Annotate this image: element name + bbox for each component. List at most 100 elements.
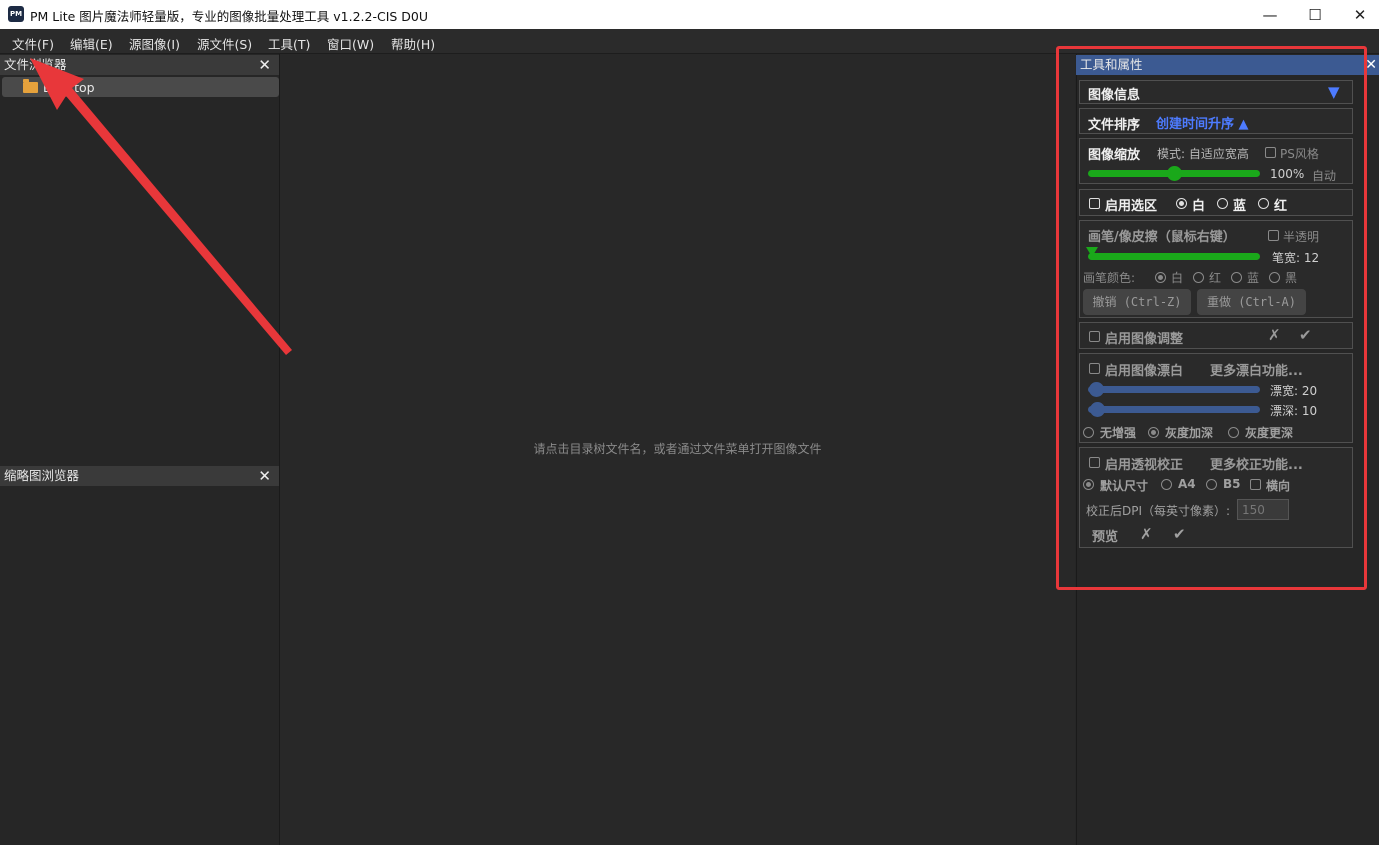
file-tree: Desktop — [0, 76, 279, 464]
image-canvas[interactable]: 请点击目录树文件名，或者通过文件菜单打开图像文件 — [280, 54, 1075, 845]
brush-color-white-radio[interactable] — [1155, 272, 1166, 283]
size-a4-label: A4 — [1178, 477, 1196, 491]
enable-perspective-label: 启用透视校正 — [1105, 458, 1184, 473]
tree-item-desktop[interactable]: Desktop — [2, 77, 279, 97]
thumb-browser-title-bar: 缩略图浏览器 ✕ — [0, 466, 279, 486]
more-perspective-link[interactable]: 更多校正功能... — [1210, 454, 1303, 473]
thumb-browser-title: 缩略图浏览器 — [4, 468, 80, 483]
size-default-radio[interactable] — [1083, 479, 1094, 490]
preview-button[interactable]: 预览 — [1092, 526, 1118, 545]
menu-source-file[interactable]: 源文件(S) — [197, 34, 252, 53]
zoom-slider-handle[interactable] — [1166, 166, 1182, 181]
size-b5-label: B5 — [1223, 477, 1241, 491]
more-whiten-link[interactable]: 更多漂白功能... — [1210, 360, 1303, 379]
size-b5-radio[interactable] — [1206, 479, 1217, 490]
perspective-confirm-icon[interactable]: ✔ — [1173, 525, 1186, 543]
brush-color-blue-radio[interactable] — [1231, 272, 1242, 283]
enable-selection-label: 启用选区 — [1105, 199, 1158, 214]
brush-width-label: 笔宽: 12 — [1272, 251, 1320, 265]
whiten-deeper-radio[interactable] — [1148, 427, 1159, 438]
thumbnail-area — [0, 487, 279, 845]
zoom-auto[interactable]: 自动 — [1312, 167, 1336, 184]
whiten-depth-track[interactable] — [1088, 406, 1260, 413]
brush-color-red-radio[interactable] — [1193, 272, 1204, 283]
expand-icon[interactable]: ▼ — [1328, 83, 1340, 101]
brush-slider-handle[interactable] — [1086, 247, 1098, 257]
file-browser-title: 文件浏览器 — [4, 57, 67, 72]
whiten-width-label: 漂宽: 20 — [1270, 384, 1318, 398]
image-info-section[interactable]: 图像信息 ▼ — [1079, 80, 1353, 104]
whiten-section: 启用图像漂白 更多漂白功能... 漂宽: 20 漂深: 10 无增强 灰度加深 … — [1079, 353, 1353, 443]
selection-white-radio[interactable] — [1176, 198, 1187, 209]
menu-bar: 文件(F) 编辑(E) 源图像(I) 源文件(S) 工具(T) 窗口(W) 帮助… — [0, 29, 1379, 54]
menu-edit[interactable]: 编辑(E) — [70, 34, 113, 53]
brush-label: 画笔/像皮擦（鼠标右键） — [1088, 230, 1236, 245]
undo-button[interactable]: 撤销 (Ctrl-Z) — [1083, 289, 1191, 315]
zoom-label: 图像缩放 — [1088, 148, 1141, 163]
file-browser-title-bar: 文件浏览器 ✕ — [0, 55, 279, 75]
tools-panel-title: 工具和属性 — [1080, 57, 1143, 72]
menu-tools[interactable]: 工具(T) — [268, 34, 310, 53]
enable-selection-checkbox[interactable] — [1089, 198, 1100, 209]
whiten-deepest-label: 灰度更深 — [1245, 426, 1294, 440]
selection-blue-label: 蓝 — [1233, 199, 1247, 214]
selection-blue-radio[interactable] — [1217, 198, 1228, 209]
zoom-mode[interactable]: 模式: 自适应宽高 — [1157, 145, 1249, 162]
selection-red-label: 红 — [1274, 199, 1288, 214]
tree-item-label: Desktop — [43, 80, 95, 95]
ps-style-checkbox[interactable] — [1265, 147, 1276, 158]
file-sort-value[interactable]: 创建时间升序 ▲ — [1156, 113, 1249, 132]
zoom-section: 图像缩放 模式: 自适应宽高 PS风格 100% 自动 — [1079, 138, 1353, 184]
dpi-input[interactable] — [1237, 499, 1289, 520]
landscape-label: 横向 — [1266, 479, 1291, 493]
semi-transparent-checkbox[interactable] — [1268, 230, 1279, 241]
ps-style-label: PS风格 — [1280, 147, 1319, 161]
whiten-deepest-radio[interactable] — [1228, 427, 1239, 438]
thumb-browser-close-icon[interactable]: ✕ — [258, 466, 271, 486]
landscape-checkbox[interactable] — [1250, 479, 1261, 490]
menu-file[interactable]: 文件(F) — [12, 34, 54, 53]
size-default-label: 默认尺寸 — [1100, 479, 1149, 493]
menu-help[interactable]: 帮助(H) — [391, 34, 435, 53]
whiten-none-radio[interactable] — [1083, 427, 1094, 438]
semi-transparent-label: 半透明 — [1283, 230, 1320, 244]
title-bar: PM PM Lite 图片魔法师轻量版，专业的图像批量处理工具 v1.2.2-C… — [0, 0, 1379, 29]
whiten-width-track[interactable] — [1088, 386, 1260, 393]
perspective-cancel-icon[interactable]: ✗ — [1140, 525, 1153, 543]
whiten-depth-handle[interactable] — [1090, 402, 1105, 417]
brush-color-label: 画笔颜色: — [1083, 271, 1136, 285]
brush-color-blue-label: 蓝 — [1247, 271, 1260, 285]
redo-button[interactable]: 重做 (Ctrl-A) — [1197, 289, 1306, 315]
menu-window[interactable]: 窗口(W) — [327, 34, 374, 53]
maximize-button[interactable]: ☐ — [1292, 0, 1338, 29]
whiten-none-label: 无增强 — [1100, 426, 1137, 440]
tools-panel-close-icon[interactable]: ✕ — [1365, 55, 1377, 75]
brush-color-black-radio[interactable] — [1269, 272, 1280, 283]
file-browser-close-icon[interactable]: ✕ — [258, 55, 271, 75]
zoom-percent: 100% — [1270, 167, 1305, 181]
close-button[interactable]: ✕ — [1337, 0, 1379, 29]
enable-whiten-label: 启用图像漂白 — [1105, 364, 1184, 379]
tools-panel-title-bar: 工具和属性 ✕ — [1076, 55, 1379, 75]
brush-section: 画笔/像皮擦（鼠标右键） 半透明 笔宽: 12 画笔颜色: 白 红 蓝 黑 撤销… — [1079, 220, 1353, 318]
adjust-confirm-icon[interactable]: ✔ — [1299, 326, 1312, 344]
selection-red-radio[interactable] — [1258, 198, 1269, 209]
enable-adjust-label: 启用图像调整 — [1105, 332, 1184, 347]
file-sort-label: 文件排序 — [1088, 118, 1141, 133]
brush-slider-track[interactable] — [1088, 253, 1260, 260]
whiten-depth-label: 漂深: 10 — [1270, 404, 1318, 418]
dpi-label: 校正后DPI（每英寸像素）: — [1086, 504, 1231, 518]
whiten-width-handle[interactable] — [1089, 382, 1104, 397]
enable-whiten-checkbox[interactable] — [1089, 363, 1100, 374]
canvas-hint: 请点击目录树文件名，或者通过文件菜单打开图像文件 — [533, 442, 822, 456]
enable-adjust-checkbox[interactable] — [1089, 331, 1100, 342]
size-a4-radio[interactable] — [1161, 479, 1172, 490]
minimize-button[interactable]: — — [1247, 0, 1293, 29]
adjust-cancel-icon[interactable]: ✗ — [1268, 326, 1281, 344]
selection-section: 启用选区 白 蓝 红 — [1079, 189, 1353, 216]
adjust-section: 启用图像调整 ✗ ✔ — [1079, 322, 1353, 349]
image-info-label: 图像信息 — [1088, 88, 1141, 103]
menu-source-image[interactable]: 源图像(I) — [129, 34, 180, 53]
enable-perspective-checkbox[interactable] — [1089, 457, 1100, 468]
brush-color-black-label: 黑 — [1285, 271, 1298, 285]
